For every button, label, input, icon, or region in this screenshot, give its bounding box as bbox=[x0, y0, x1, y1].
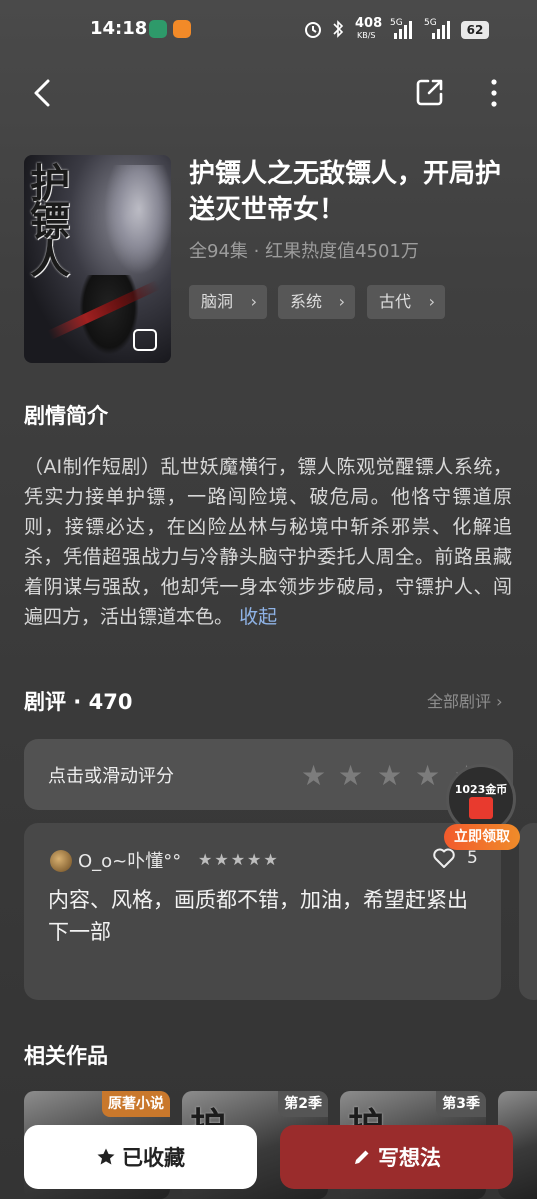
rating-star-4[interactable]: ★ bbox=[415, 759, 440, 792]
app-icon-orange bbox=[173, 20, 191, 38]
review-username[interactable]: O_o~卟懂°° bbox=[78, 847, 181, 873]
page-title: 护镖人之无敌镖人，开局护送灭世帝女！ bbox=[189, 159, 502, 225]
tag-ancient[interactable]: 古代 › bbox=[367, 285, 445, 319]
rating-star-2[interactable]: ★ bbox=[338, 759, 363, 792]
image-gallery-icon[interactable] bbox=[133, 329, 157, 351]
review-stars: ★★★★★ bbox=[198, 850, 280, 869]
star-icon bbox=[97, 1148, 115, 1165]
pencil-icon bbox=[355, 1150, 369, 1164]
all-reviews-link[interactable]: 全部剧评 › bbox=[427, 688, 503, 712]
collect-button[interactable]: 已收藏 bbox=[24, 1125, 257, 1189]
review-card[interactable]: O_o~卟懂°° ★★★★★ 5 内容、风格，画质都不错，加油，希望赶紧出下一部 bbox=[24, 823, 501, 1000]
alarm-icon bbox=[305, 22, 321, 38]
write-thoughts-button[interactable]: 写想法 bbox=[280, 1125, 513, 1189]
claim-coins-button[interactable]: 立即领取 bbox=[444, 824, 520, 850]
net-speed-unit: KB/S bbox=[357, 31, 376, 40]
all-reviews-label: 全部剧评 bbox=[427, 692, 492, 711]
related-badge: 第3季 bbox=[436, 1091, 486, 1117]
related-heading: 相关作品 bbox=[24, 1044, 108, 1068]
write-label: 写想法 bbox=[378, 1146, 441, 1170]
more-vertical-icon[interactable] bbox=[482, 76, 506, 110]
rating-star-3[interactable]: ★ bbox=[377, 759, 402, 792]
coin-amount: 1023金币 bbox=[454, 783, 508, 796]
chevron-right-icon: › bbox=[250, 292, 257, 311]
status-bar: 14:18 408 KB/S 5G 5G 62 bbox=[0, 0, 537, 60]
review-text: 内容、风格，画质都不错，加油，希望赶紧出下一部 bbox=[48, 888, 468, 944]
related-badge: 第2季 bbox=[278, 1091, 328, 1117]
rate-prompt: 点击或滑动评分 bbox=[48, 766, 174, 787]
synopsis-heading: 剧情简介 bbox=[24, 404, 108, 428]
coin-reward-widget[interactable]: 1023金币 立即领取 bbox=[444, 764, 520, 852]
chevron-left-icon[interactable] bbox=[28, 76, 58, 110]
reviews-heading: 剧评 · 470 bbox=[24, 690, 133, 714]
red-envelope-icon bbox=[469, 797, 493, 819]
chevron-right-icon: › bbox=[428, 292, 435, 311]
synopsis-text: （AI制作短剧）乱世妖魔横行，镖人陈观觉醒镖人系统，凭实力接单护镖，一路闯险境、… bbox=[24, 452, 512, 632]
bluetooth-icon bbox=[333, 20, 344, 38]
rating-star-1[interactable]: ★ bbox=[301, 759, 326, 792]
signal-icon bbox=[394, 21, 412, 39]
avatar[interactable] bbox=[50, 850, 72, 872]
chevron-right-icon: › bbox=[496, 692, 503, 711]
tag-brain[interactable]: 脑洞 › bbox=[189, 285, 267, 319]
net-speed: 408 bbox=[355, 16, 383, 31]
app-icon-green bbox=[149, 20, 167, 38]
related-badge: 原著小说 bbox=[102, 1091, 170, 1117]
collect-label: 已收藏 bbox=[122, 1146, 185, 1170]
tag-label: 古代 bbox=[379, 292, 412, 311]
status-time: 14:18 bbox=[90, 18, 148, 39]
collapse-link[interactable]: 收起 bbox=[239, 606, 277, 628]
tag-system[interactable]: 系统 › bbox=[278, 285, 355, 319]
synopsis-body: （AI制作短剧）乱世妖魔横行，镖人陈观觉醒镖人系统，凭实力接单护镖，一路闯险境、… bbox=[24, 456, 512, 628]
tag-label: 脑洞 bbox=[201, 292, 234, 311]
show-meta: 全94集 · 红果热度值4501万 bbox=[189, 241, 419, 262]
next-review-card[interactable] bbox=[519, 823, 537, 1000]
cover-art-title: 护镖人 bbox=[30, 160, 70, 283]
cover-image[interactable]: 护镖人 bbox=[24, 155, 171, 363]
rating-card[interactable]: 点击或滑动评分 ★ ★ ★ ★ ★ bbox=[24, 739, 513, 810]
chevron-right-icon: › bbox=[338, 292, 345, 311]
signal-icon-2 bbox=[432, 21, 450, 39]
tag-label: 系统 bbox=[290, 292, 323, 311]
share-icon[interactable] bbox=[414, 76, 446, 108]
battery-indicator: 62 bbox=[461, 21, 489, 39]
